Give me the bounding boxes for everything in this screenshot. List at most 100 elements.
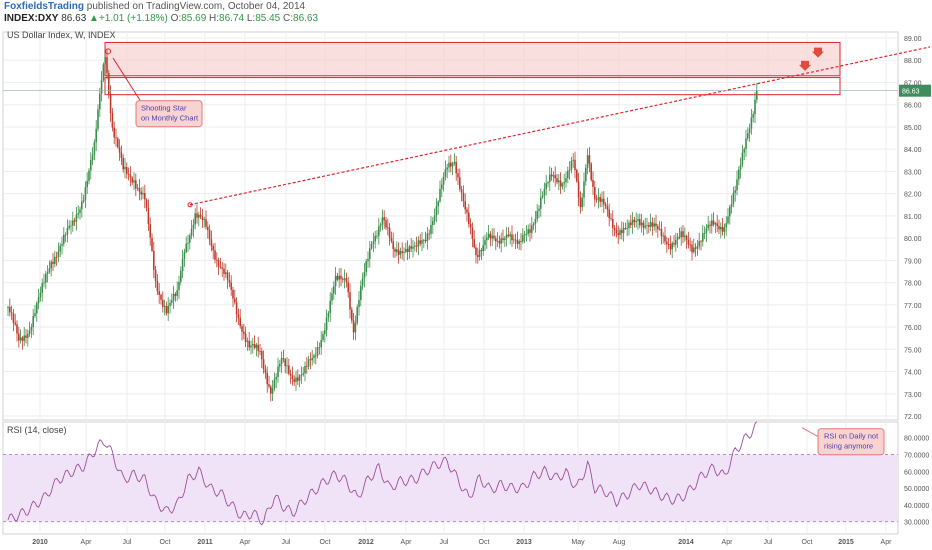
candle-body [23, 335, 25, 341]
candle-body [19, 337, 22, 341]
candle-body [331, 293, 333, 301]
candle-body [244, 333, 247, 342]
candle-body [516, 240, 519, 244]
time-axis-tick-label: 2011 [197, 539, 212, 546]
candle-body [63, 234, 65, 244]
candle-body [313, 355, 315, 359]
candle-body [190, 228, 193, 236]
candle-body [307, 359, 310, 367]
candle-body [118, 147, 121, 153]
candle-body [385, 220, 387, 228]
candle-body [547, 182, 549, 184]
candle-body [289, 373, 292, 376]
candle-body [226, 272, 229, 280]
candle-body [185, 243, 187, 253]
candle-body [347, 282, 349, 293]
time-axis-tick-label: 2014 [678, 539, 694, 546]
open-value: 85.69 [181, 13, 207, 24]
candle-body [262, 359, 265, 370]
candle-body [25, 335, 27, 338]
candle-body [95, 128, 97, 143]
candle-body [550, 174, 553, 177]
candle-body [104, 57, 106, 65]
candle-body [9, 307, 11, 313]
time-axis-tick-label: Oct [479, 539, 490, 546]
candle-body [334, 275, 337, 287]
high-value: 86.74 [219, 13, 245, 24]
candle-body [18, 333, 20, 341]
candle-body [88, 170, 90, 182]
candle-body [428, 233, 430, 235]
candle-body [117, 138, 119, 148]
candle-body [698, 241, 700, 247]
candle-body [302, 373, 304, 375]
candle-body [259, 351, 261, 352]
candle-body [505, 234, 508, 239]
candle-body [736, 179, 738, 191]
candle-body [430, 225, 432, 234]
candle-body [111, 112, 114, 128]
open-label: O: [170, 13, 182, 24]
candle-body [459, 177, 461, 190]
candle-body [144, 193, 146, 200]
candle-body [491, 235, 493, 239]
candle-body [70, 225, 72, 227]
candle-body [360, 285, 362, 300]
candle-body [379, 224, 382, 227]
publisher-name[interactable]: FoxfieldsTrading [4, 1, 84, 12]
candle-body [228, 279, 231, 283]
candle-body [676, 236, 679, 240]
candle-body [648, 225, 650, 227]
candle-body [754, 99, 756, 115]
candle-body [279, 364, 281, 367]
candle-body [230, 282, 232, 290]
price-axis-tick-label: 86.00 [904, 103, 922, 110]
candle-body [712, 220, 715, 225]
candle-body [601, 198, 603, 202]
candle-body [752, 114, 754, 118]
candle-body [235, 302, 238, 315]
candle-body [286, 365, 288, 367]
candle-body [165, 306, 168, 314]
chart-canvas[interactable]: Shooting Staron Monthly Chart RSI on Dail… [0, 26, 932, 550]
candle-body [72, 220, 74, 226]
candle-body [358, 299, 360, 308]
candle-body [495, 238, 497, 242]
candle-body [338, 275, 340, 280]
price-axis-tick-label: 88.00 [904, 58, 922, 65]
candle-body [730, 203, 733, 207]
candle-body [529, 229, 531, 233]
candle-body [214, 250, 216, 260]
candle-body [471, 227, 474, 240]
candle-body [756, 90, 758, 100]
candle-body [163, 306, 166, 307]
candle-body [329, 300, 331, 313]
price-pane-border [2, 31, 899, 421]
candle-body [135, 180, 137, 189]
candle-body [208, 229, 211, 240]
candle-body [509, 234, 511, 237]
candle-body [374, 235, 376, 242]
candle-body [106, 57, 108, 74]
candle-body [241, 326, 243, 332]
candle-body [621, 230, 623, 234]
candle-body [475, 247, 477, 256]
candle-body [435, 206, 438, 216]
last-price: 86.63 [61, 13, 87, 24]
candle-body [552, 175, 555, 177]
candle-body [604, 204, 607, 206]
candle-body [318, 347, 321, 348]
candle-body [590, 163, 592, 180]
price-axis-tick-label: 84.00 [904, 147, 922, 154]
candle-body [64, 234, 67, 236]
candle-body [176, 290, 178, 296]
candle-body [453, 162, 456, 164]
candle-body [673, 243, 675, 245]
candle-body [689, 244, 691, 246]
candle-body [644, 225, 646, 228]
candle-body [514, 239, 517, 241]
candle-body [487, 233, 490, 238]
candle-body [527, 229, 529, 234]
time-axis-tick-label: 2015 [838, 539, 854, 546]
price-pane-title: US Dollar Index, W, INDEX [7, 30, 116, 40]
